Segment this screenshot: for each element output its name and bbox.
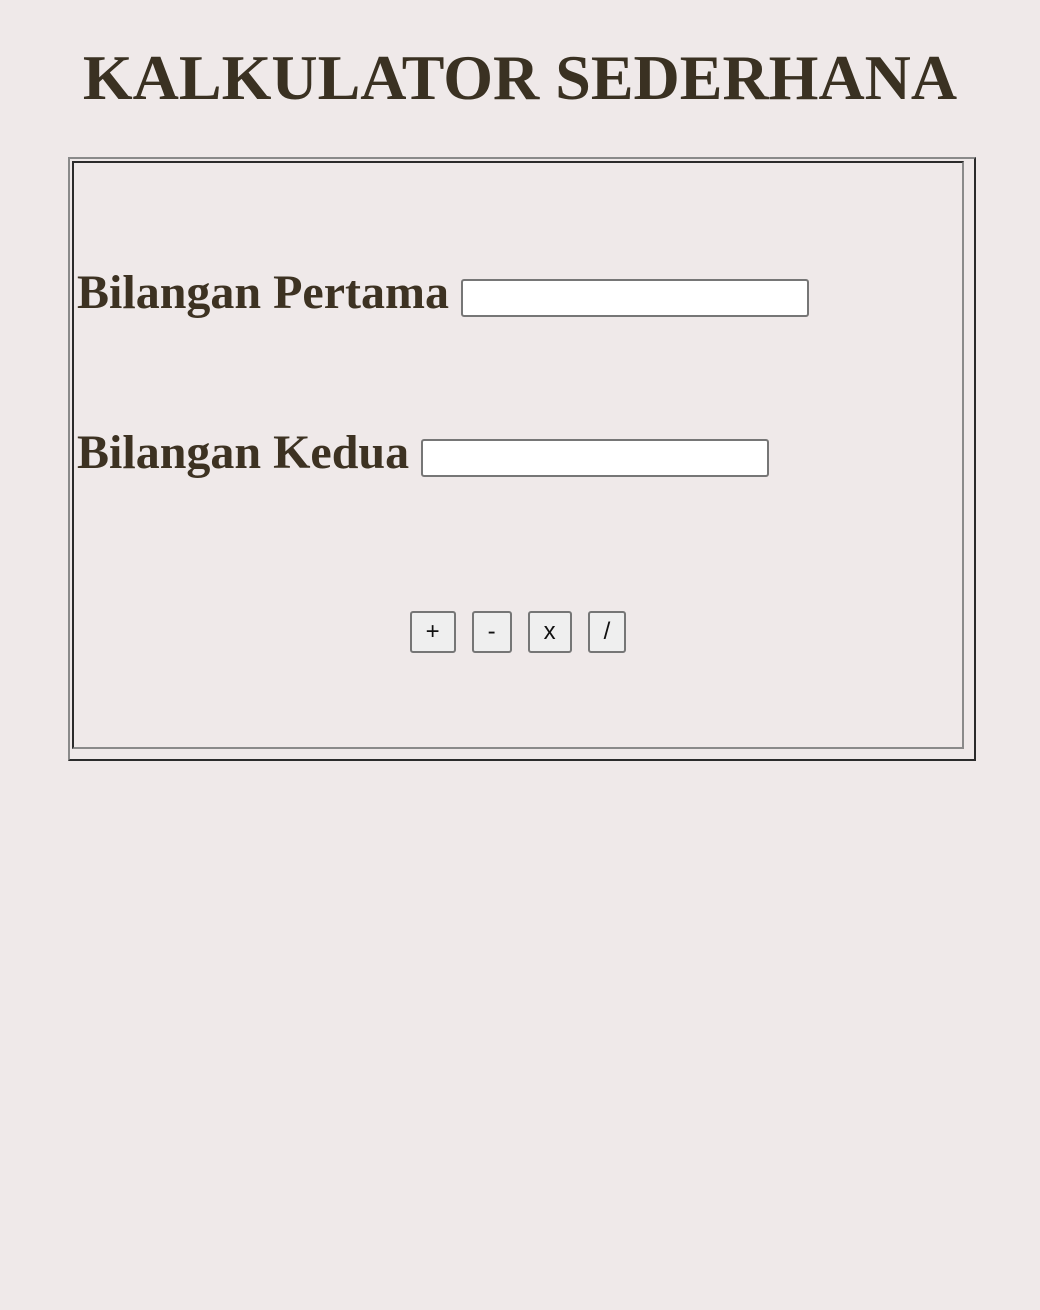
- first-number-input[interactable]: [460, 279, 809, 317]
- first-number-row: Bilangan Pertama: [77, 263, 809, 323]
- operation-buttons: + - x /: [74, 611, 962, 653]
- second-number-row: Bilangan Kedua: [77, 423, 770, 483]
- calculator-panel-inner: Bilangan Pertama Bilangan Kedua + - x /: [72, 161, 964, 749]
- multiply-button[interactable]: x: [527, 611, 572, 653]
- page-title: KALKULATOR SEDERHANA: [82, 42, 958, 113]
- calculator-panel: Bilangan Pertama Bilangan Kedua + - x /: [68, 157, 976, 761]
- divide-button[interactable]: /: [587, 611, 627, 653]
- first-number-label: Bilangan Pertama: [77, 266, 449, 319]
- second-number-input[interactable]: [421, 439, 770, 477]
- second-number-label: Bilangan Kedua: [77, 426, 410, 479]
- subtract-button[interactable]: -: [471, 611, 512, 653]
- add-button[interactable]: +: [409, 611, 456, 653]
